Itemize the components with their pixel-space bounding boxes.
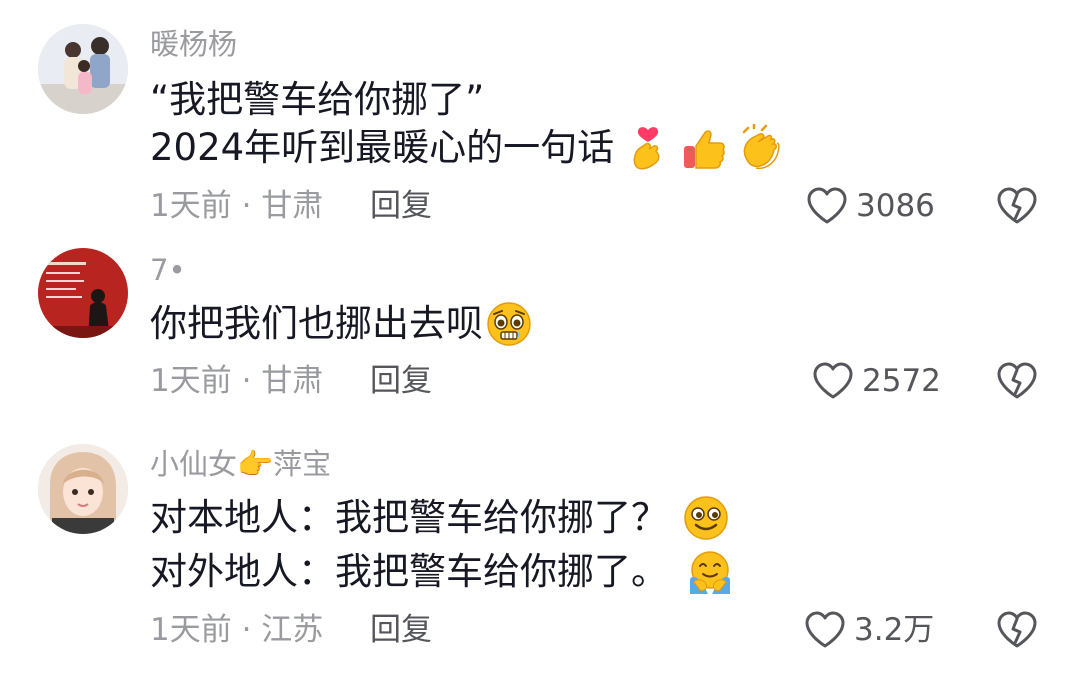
avatar[interactable] — [38, 444, 128, 534]
dislike-button[interactable] — [996, 610, 1038, 650]
heart-icon — [804, 610, 846, 650]
comment-text-line: 对本地人：我把警车给你挪了？ — [150, 494, 730, 542]
comment-text: 对本地人：我把警车给你挪了？ — [150, 496, 668, 539]
avatar[interactable] — [38, 24, 128, 114]
like-button[interactable]: 3086 — [806, 186, 935, 226]
pleading-face-emoji — [485, 300, 533, 348]
broken-heart-icon — [996, 610, 1038, 650]
heart-icon — [806, 186, 848, 226]
comment-text: 2024年听到最暖心的一句话 — [150, 126, 615, 169]
comment-text-line: 对外地人：我把警车给你挪了。 — [150, 548, 734, 596]
broken-heart-icon — [996, 361, 1038, 401]
like-count: 3086 — [856, 188, 935, 224]
like-count: 3.2万 — [854, 612, 935, 648]
clapping-hands-emoji — [736, 122, 784, 172]
thumbs-up-emoji — [680, 124, 728, 172]
avatar[interactable] — [38, 248, 128, 338]
like-button[interactable]: 3.2万 — [804, 610, 934, 650]
time-location: 1天前 · 甘肃 — [150, 363, 324, 399]
broken-heart-icon — [996, 186, 1038, 226]
reply-button[interactable]: 回复 — [370, 610, 432, 650]
heart-icon — [812, 361, 854, 401]
comment-text: 你把我们也挪出去呗 — [150, 302, 483, 345]
username[interactable]: 暖杨杨 — [150, 24, 237, 64]
reply-button[interactable]: 回复 — [370, 186, 432, 226]
username[interactable]: 小仙女👉萍宝 — [150, 444, 331, 484]
dislike-button[interactable] — [996, 361, 1038, 401]
time-location: 1天前 · 江苏 — [150, 612, 324, 648]
time-location: 1天前 · 甘肃 — [150, 188, 324, 224]
comment-text: “我把警车给你挪了” — [150, 78, 485, 121]
comment-text-line: 你把我们也挪出去呗 — [150, 300, 533, 348]
like-button[interactable]: 2572 — [812, 361, 941, 401]
username[interactable]: 7• — [150, 250, 186, 290]
comment-text-line: “我把警车给你挪了” — [150, 76, 484, 124]
reply-button[interactable]: 回复 — [370, 361, 432, 401]
smiling-face-emoji — [682, 494, 730, 542]
hugging-face-emoji — [686, 548, 734, 596]
crossed-fingers-heart-emoji — [624, 124, 672, 172]
comment-text-line: 2024年听到最暖心的一句话 — [150, 122, 784, 172]
dislike-button[interactable] — [996, 186, 1038, 226]
comment-text: 对外地人：我把警车给你挪了。 — [150, 550, 668, 593]
like-count: 2572 — [862, 363, 941, 399]
